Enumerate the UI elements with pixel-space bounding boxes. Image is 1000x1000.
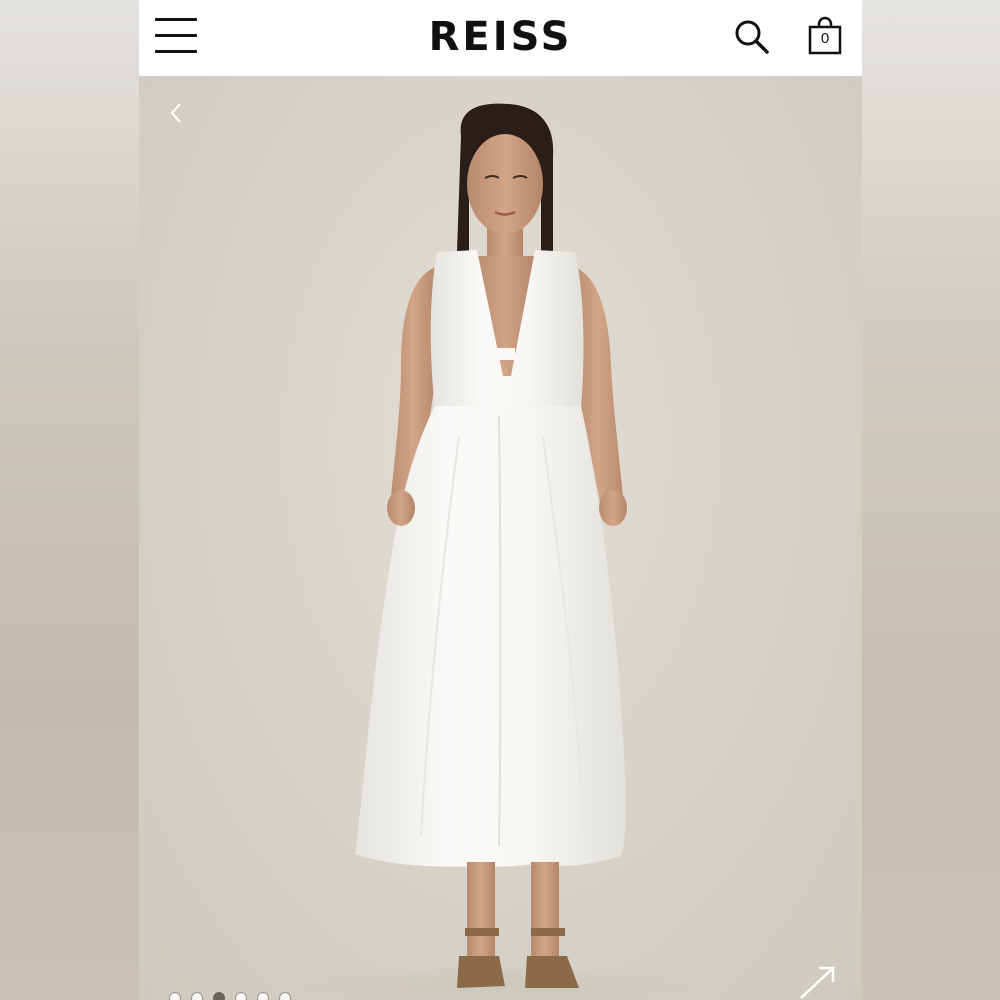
bag-count-badge: 0 — [820, 30, 830, 47]
hamburger-icon-bar — [155, 50, 197, 53]
pagination-dot[interactable] — [191, 992, 203, 1000]
hamburger-icon-bar — [155, 18, 197, 21]
brand-logo[interactable]: REISS — [339, 14, 662, 60]
pagination-dot[interactable] — [235, 992, 247, 1000]
pagination-dot[interactable] — [257, 992, 269, 1000]
search-button[interactable] — [733, 18, 771, 56]
top-header: REISS 0 — [139, 0, 862, 76]
menu-button[interactable] — [155, 18, 197, 54]
backdrop-right — [862, 0, 1000, 1000]
pagination-dot[interactable] — [279, 992, 291, 1000]
product-photo — [279, 103, 719, 1000]
shopping-bag-button[interactable]: 0 — [807, 16, 843, 56]
pagination-dot-active[interactable] — [213, 992, 225, 1000]
app-screen: REISS 0 — [139, 0, 862, 1000]
pagination-dot[interactable] — [169, 992, 181, 1000]
gallery-pagination — [169, 992, 291, 1000]
previous-image-button[interactable] — [163, 98, 189, 128]
chevron-left-icon — [170, 103, 181, 123]
hamburger-icon-bar — [155, 34, 197, 37]
expand-image-button[interactable] — [795, 962, 841, 1000]
backdrop-left — [0, 0, 139, 1000]
expand-diagonal-arrow-icon — [800, 966, 835, 999]
search-icon — [735, 20, 769, 54]
product-image-gallery[interactable] — [139, 76, 862, 1000]
